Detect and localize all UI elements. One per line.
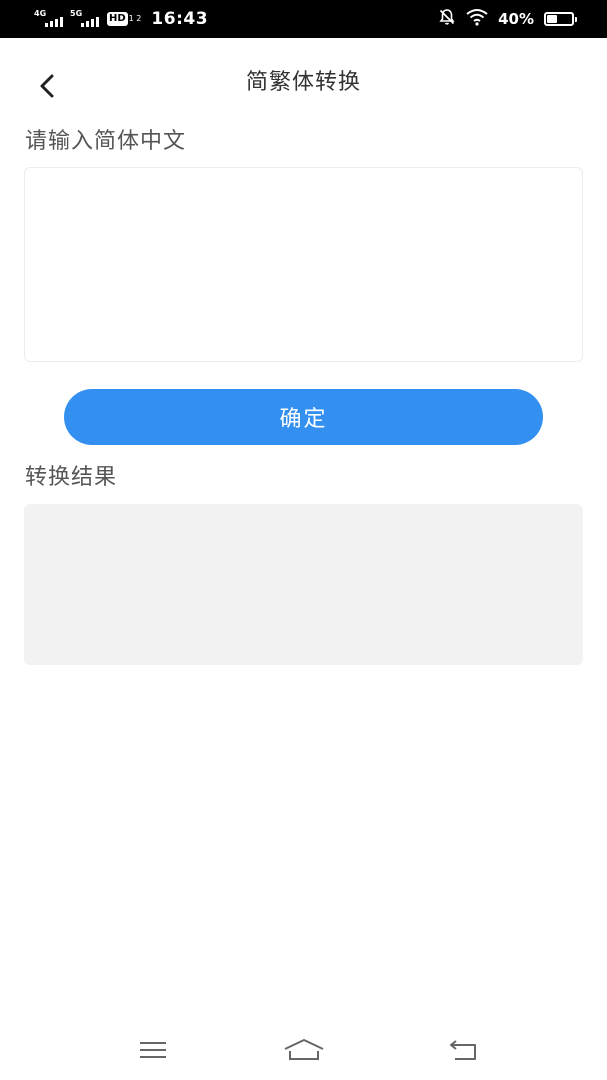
status-time: 16:43 [151, 9, 209, 29]
menu-button[interactable] [131, 1036, 175, 1068]
battery-percentage: 40% [498, 10, 534, 28]
screen: 4G 5G HD 1 2 16:43 40% 简繁体转换 请输入简体中文 确定 … [0, 0, 607, 1080]
mute-icon [438, 8, 456, 30]
hd-icon: HD 1 2 [107, 12, 141, 26]
battery-level [547, 15, 557, 23]
menu-icon [138, 1039, 168, 1065]
conversion-result-box [24, 504, 583, 665]
back-nav-button[interactable] [441, 1036, 485, 1068]
home-icon [283, 1038, 325, 1066]
status-bar: 4G 5G HD 1 2 16:43 40% [0, 0, 607, 38]
home-button[interactable] [282, 1036, 326, 1068]
result-label: 转换结果 [25, 465, 118, 490]
status-bar-right: 40% [438, 0, 577, 38]
page-title: 简繁体转换 [245, 70, 361, 95]
simplified-chinese-input[interactable] [24, 167, 583, 362]
input-label: 请输入简体中文 [25, 129, 187, 154]
signal-4g: 4G [33, 8, 63, 30]
network-type-label: 5G [70, 9, 83, 18]
hd-sub-label: 1 2 [128, 14, 142, 23]
wifi-icon [466, 8, 488, 30]
confirm-button[interactable]: 确定 [64, 389, 543, 445]
battery-icon [544, 12, 577, 26]
back-icon [447, 1038, 479, 1066]
signal-icon [45, 17, 63, 27]
signal-icon [81, 17, 99, 27]
hd-label: HD [107, 12, 128, 26]
status-bar-left: 4G 5G HD 1 2 16:43 [33, 0, 208, 38]
header: 简繁体转换 [0, 38, 607, 128]
navigation-bar [0, 1020, 607, 1080]
network-type-label: 4G [34, 9, 47, 18]
signal-5g: 5G [69, 8, 99, 30]
